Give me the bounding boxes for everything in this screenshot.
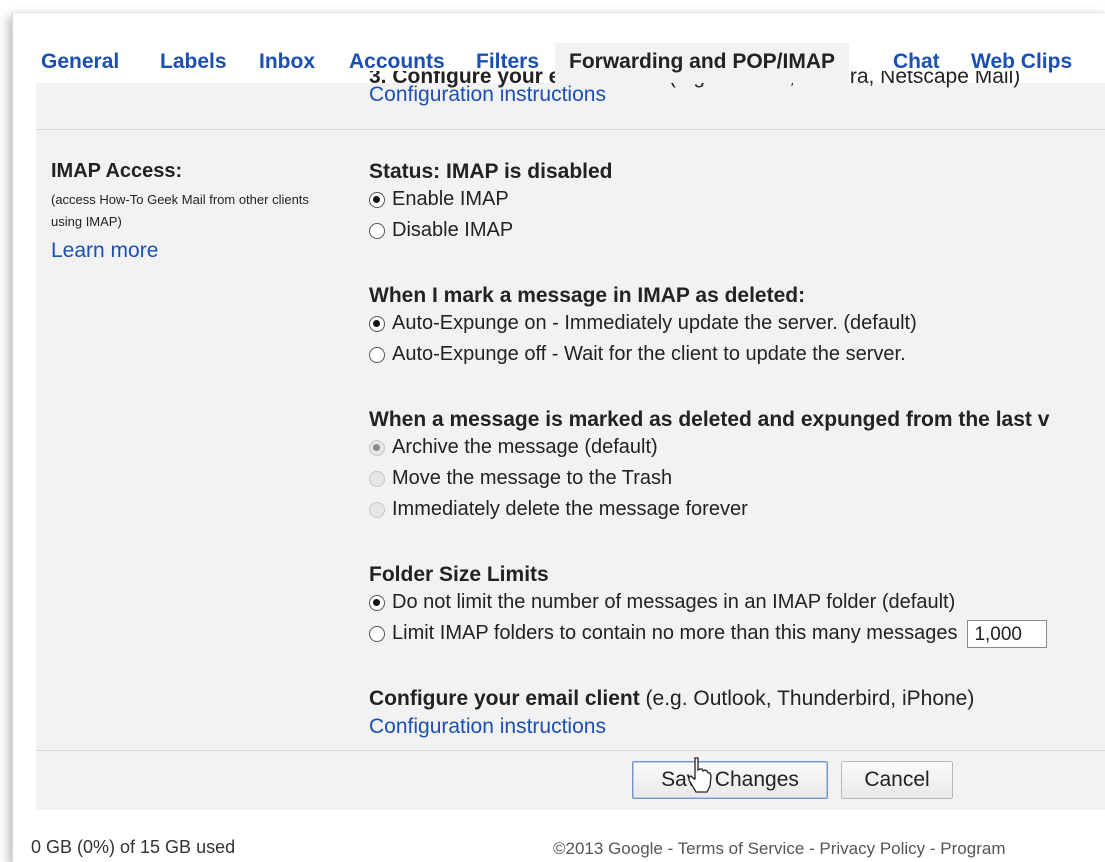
tab-forwarding-pop-imap[interactable]: Forwarding and POP/IMAP [555,43,850,83]
cancel-button[interactable]: Cancel [841,761,953,799]
tab-labels[interactable]: Labels [160,43,227,83]
disable-imap-label: Disable IMAP [392,219,514,241]
delete-forever-radio[interactable] [369,501,385,518]
tab-filters[interactable]: Filters [476,43,539,83]
imap-access-label: IMAP Access: (access How-To Geek Mail fr… [51,160,351,263]
enable-imap-radio[interactable] [369,191,385,208]
imap-status: Status: IMAP is disabled [369,160,613,183]
auto-expunge-off-label: Auto-Expunge off - Wait for the client t… [392,343,906,365]
section-divider [36,129,1105,130]
config-instructions-link-top[interactable]: Configuration instructions [369,83,606,107]
imap-expunged-section: When a message is marked as deleted and … [369,408,1049,525]
tab-inbox[interactable]: Inbox [259,43,315,83]
disable-imap-radio[interactable] [369,222,385,239]
enable-imap-option[interactable]: Enable IMAP [369,184,613,215]
folder-size-title: Folder Size Limits [369,563,549,586]
tab-web-clips[interactable]: Web Clips [971,43,1072,83]
archive-message-radio[interactable] [369,439,385,456]
move-to-trash-label: Move the message to the Trash [392,467,673,489]
action-bar: Save Changes Cancel [36,750,1105,810]
imap-access-title: IMAP Access: [51,160,183,182]
save-changes-button[interactable]: Save Changes [632,761,828,799]
tab-general[interactable]: General [41,43,119,83]
tab-accounts[interactable]: Accounts [349,43,445,83]
no-limit-label: Do not limit the number of messages in a… [392,591,956,613]
configure-client-section: Configure your email client (e.g. Outloo… [369,687,974,739]
no-limit-radio[interactable] [369,594,385,611]
configure-client-title-bold: Configure your email client [369,687,640,710]
config-instructions-link[interactable]: Configuration instructions [369,715,974,739]
imap-status-section: Status: IMAP is disabled Enable IMAP Dis… [369,160,613,246]
disable-imap-option[interactable]: Disable IMAP [369,215,613,246]
folder-limit-select[interactable]: 1,000 [967,619,1048,648]
settings-window: General Labels Inbox Accounts Filters Fo… [12,12,1105,862]
folder-size-section: Folder Size Limits Do not limit the numb… [369,563,1048,649]
archive-message-label: Archive the message (default) [392,436,658,458]
configure-client-title: Configure your email client (e.g. Outloo… [369,687,974,711]
footer: 0 GB (0%) of 15 GB used ©2013 Google - T… [28,835,1098,862]
settings-tabs: General Labels Inbox Accounts Filters Fo… [13,43,1105,83]
tab-bar-background [13,13,1105,43]
storage-usage: 0 GB (0%) of 15 GB used [31,837,236,857]
archive-message-option[interactable]: Archive the message (default) [369,432,1049,463]
auto-expunge-on-label: Auto-Expunge on - Immediately update the… [392,312,917,334]
imap-expunged-title: When a message is marked as deleted and … [369,408,1050,431]
imap-deleted-section: When I mark a message in IMAP as deleted… [369,284,917,370]
auto-expunge-on-option[interactable]: Auto-Expunge on - Immediately update the… [369,308,917,339]
enable-imap-label: Enable IMAP [392,188,509,210]
limit-folders-option[interactable]: Limit IMAP folders to contain no more th… [369,618,1048,649]
no-limit-option[interactable]: Do not limit the number of messages in a… [369,587,1047,618]
auto-expunge-off-option[interactable]: Auto-Expunge off - Wait for the client t… [369,339,917,370]
tab-chat[interactable]: Chat [893,43,940,83]
delete-forever-label: Immediately delete the message forever [392,498,748,520]
auto-expunge-off-radio[interactable] [369,346,385,363]
settings-panel: 3. Configure your email client (e.g. Out… [36,71,1105,810]
move-to-trash-option[interactable]: Move the message to the Trash [369,463,1049,494]
configure-client-title-rest: (e.g. Outlook, Thunderbird, iPhone) [639,687,975,710]
limit-folders-label: Limit IMAP folders to contain no more th… [392,622,958,644]
move-to-trash-radio[interactable] [369,470,385,487]
limit-folders-radio[interactable] [369,625,385,642]
imap-deleted-title: When I mark a message in IMAP as deleted… [369,284,806,307]
imap-access-description: (access How-To Geek Mail from other clie… [51,192,309,229]
auto-expunge-on-radio[interactable] [369,315,385,332]
delete-forever-option[interactable]: Immediately delete the message forever [369,494,1049,525]
learn-more-link[interactable]: Learn more [51,239,351,263]
footer-links[interactable]: ©2013 Google - Terms of Service - Privac… [553,839,1005,859]
mouse-pointer-icon [688,757,712,793]
